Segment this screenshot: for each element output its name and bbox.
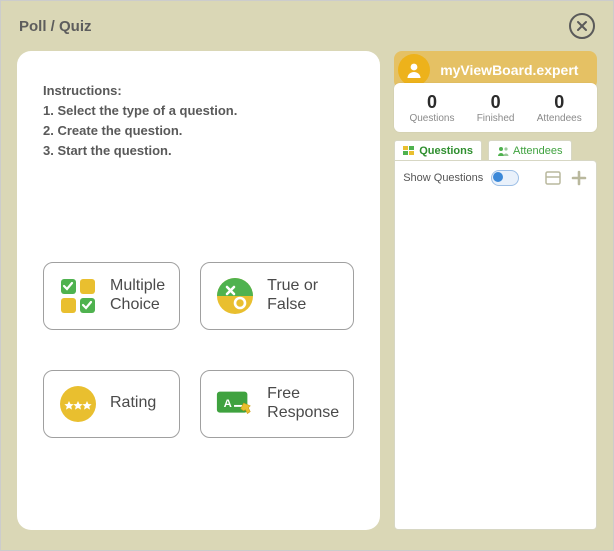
show-questions-label: Show Questions bbox=[403, 172, 483, 184]
rating-label: Rating bbox=[110, 394, 165, 412]
free-response-icon: A bbox=[215, 384, 255, 424]
stats-card: 0 Questions 0 Finished 0 Attendees bbox=[394, 83, 597, 132]
stat-finished-label: Finished bbox=[464, 113, 528, 124]
instructions: Instructions: 1. Select the type of a qu… bbox=[43, 81, 354, 162]
stat-finished: 0 Finished bbox=[464, 93, 528, 124]
tabs: Questions Attendees bbox=[394, 140, 597, 161]
stat-questions: 0 Questions bbox=[400, 93, 464, 124]
question-types-grid: Multiple Choice True or False bbox=[43, 262, 354, 438]
left-panel: Instructions: 1. Select the type of a qu… bbox=[17, 51, 380, 530]
stat-questions-value: 0 bbox=[400, 93, 464, 111]
tab-questions[interactable]: Questions bbox=[394, 140, 482, 161]
instructions-heading: Instructions: bbox=[43, 81, 354, 101]
attendees-tab-icon bbox=[497, 146, 509, 156]
show-questions-toggle[interactable] bbox=[491, 170, 519, 186]
stat-finished-value: 0 bbox=[464, 93, 528, 111]
person-icon bbox=[405, 61, 423, 79]
window-title: Poll / Quiz bbox=[19, 18, 92, 35]
true-false-icon bbox=[215, 276, 255, 316]
rating-button[interactable]: Rating bbox=[43, 370, 180, 438]
true-false-label: True or False bbox=[267, 277, 339, 314]
stat-attendees-value: 0 bbox=[527, 93, 591, 111]
avatar bbox=[398, 54, 430, 86]
multiple-choice-icon bbox=[58, 276, 98, 316]
stat-questions-label: Questions bbox=[400, 113, 464, 124]
multiple-choice-label: Multiple Choice bbox=[110, 277, 165, 314]
layout-button[interactable] bbox=[544, 169, 562, 187]
titlebar: Poll / Quiz bbox=[1, 1, 613, 51]
free-response-label: Free Response bbox=[267, 385, 339, 422]
user-name: myViewBoard.expert bbox=[440, 62, 578, 78]
plus-icon bbox=[571, 170, 587, 186]
tab-attendees-label: Attendees bbox=[513, 145, 563, 157]
tab-questions-label: Questions bbox=[419, 145, 473, 157]
add-question-button[interactable] bbox=[570, 169, 588, 187]
free-response-button[interactable]: A Free Response bbox=[200, 370, 354, 438]
rating-icon bbox=[58, 384, 98, 424]
body: Instructions: 1. Select the type of a qu… bbox=[1, 51, 613, 550]
stat-attendees: 0 Attendees bbox=[527, 93, 591, 124]
svg-text:A: A bbox=[224, 397, 232, 409]
instructions-step-1: 1. Select the type of a question. bbox=[43, 101, 354, 121]
right-panel: myViewBoard.expert 0 Questions 0 Finishe… bbox=[394, 51, 597, 530]
layout-icon bbox=[545, 171, 561, 185]
multiple-choice-button[interactable]: Multiple Choice bbox=[43, 262, 180, 330]
questions-tab-icon bbox=[403, 146, 415, 156]
close-button[interactable] bbox=[569, 13, 595, 39]
questions-panel: Show Questions bbox=[394, 160, 597, 530]
tab-attendees[interactable]: Attendees bbox=[488, 140, 572, 161]
close-icon bbox=[576, 20, 588, 32]
stat-attendees-label: Attendees bbox=[527, 113, 591, 124]
true-false-button[interactable]: True or False bbox=[200, 262, 354, 330]
show-questions-row: Show Questions bbox=[403, 169, 588, 187]
instructions-step-3: 3. Start the question. bbox=[43, 141, 354, 161]
instructions-step-2: 2. Create the question. bbox=[43, 121, 354, 141]
poll-quiz-window: Poll / Quiz Instructions: 1. Select the … bbox=[0, 0, 614, 551]
